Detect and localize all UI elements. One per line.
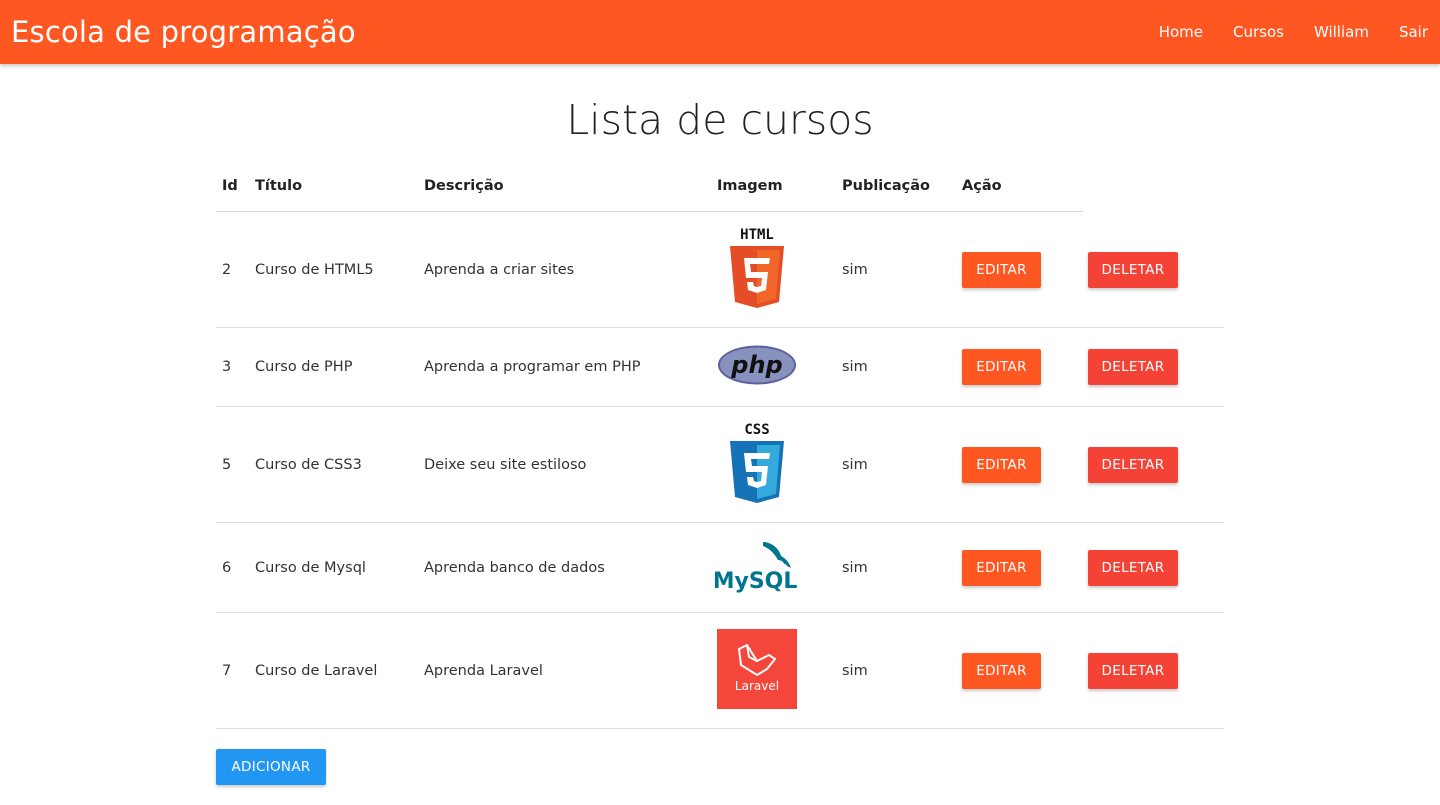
header-descricao: Descrição: [424, 178, 504, 194]
row-id: 5: [222, 456, 232, 473]
row-descricao: Deixe seu site estiloso: [424, 456, 587, 473]
row-descricao: Aprenda banco de dados: [424, 559, 605, 576]
delete-button[interactable]: DELETAR: [1088, 446, 1178, 483]
php-logo-text: php: [730, 351, 782, 379]
nav-links: Home Cursos William Sair: [1144, 0, 1440, 64]
table-header: Id Título Descrição Imagem Publicação Aç…: [216, 160, 1083, 212]
edit-button[interactable]: EDITAR: [962, 549, 1041, 586]
table-row: 2 Curso de HTML5 Aprenda a criar sites H…: [216, 212, 1224, 328]
css3-logo-icon: CSS: [728, 421, 786, 509]
table-row: 7 Curso de Laravel Aprenda Laravel Larav…: [216, 613, 1224, 729]
html5-logo-text: HTML: [740, 227, 774, 243]
delete-button[interactable]: DELETAR: [1088, 549, 1178, 586]
mysql-logo-text: MySQL: [715, 569, 797, 594]
delete-button[interactable]: DELETAR: [1088, 251, 1178, 288]
row-publicacao: sim: [842, 559, 868, 576]
row-titulo: Curso de HTML5: [255, 261, 374, 278]
table-row: 5 Curso de CSS3 Deixe seu site estiloso …: [216, 407, 1224, 523]
edit-button[interactable]: EDITAR: [962, 652, 1041, 689]
nav-link-user[interactable]: William: [1299, 0, 1384, 64]
laravel-logo-text: Laravel: [735, 679, 779, 693]
courses-table: Id Título Descrição Imagem Publicação Aç…: [216, 160, 1224, 729]
row-publicacao: sim: [842, 662, 868, 679]
row-titulo: Curso de PHP: [255, 359, 353, 375]
edit-button[interactable]: EDITAR: [962, 349, 1041, 385]
row-id: 2: [222, 261, 232, 278]
css3-logo-text: CSS: [744, 422, 769, 438]
row-descricao: Aprenda a programar em PHP: [424, 359, 641, 375]
table-row: 6 Curso de Mysql Aprenda banco de dados …: [216, 523, 1224, 613]
brand-title[interactable]: Escola de programação: [11, 14, 356, 50]
row-titulo: Curso de CSS3: [255, 456, 362, 473]
row-publicacao: sim: [842, 261, 868, 278]
page-title: Lista de cursos: [566, 96, 874, 144]
header-titulo: Título: [255, 178, 303, 194]
laravel-logo-icon: Laravel: [717, 628, 797, 713]
nav-link-home[interactable]: Home: [1144, 0, 1218, 64]
header-id: Id: [222, 178, 238, 194]
row-id: 7: [222, 662, 232, 679]
header-imagem: Imagem: [717, 178, 783, 194]
row-descricao: Aprenda a criar sites: [424, 261, 575, 278]
add-button[interactable]: ADICIONAR: [216, 749, 326, 785]
php-logo-icon: php: [717, 344, 797, 390]
row-publicacao: sim: [842, 456, 868, 473]
nav-link-cursos[interactable]: Cursos: [1218, 0, 1299, 64]
table-row: 3 Curso de PHP Aprenda a programar em PH…: [216, 328, 1224, 407]
row-descricao: Aprenda Laravel: [424, 662, 543, 679]
nav-link-sair[interactable]: Sair: [1384, 0, 1440, 64]
header-acao: Ação: [962, 178, 1002, 194]
edit-button[interactable]: EDITAR: [962, 251, 1041, 288]
row-id: 3: [222, 359, 232, 375]
delete-button[interactable]: DELETAR: [1088, 652, 1178, 689]
mysql-logo-icon: MySQL: [713, 538, 799, 598]
html5-logo-icon: HTML: [728, 226, 786, 314]
row-titulo: Curso de Mysql: [255, 559, 366, 576]
header-publicacao: Publicação: [842, 178, 930, 194]
delete-button[interactable]: DELETAR: [1088, 349, 1178, 385]
row-id: 6: [222, 559, 232, 576]
row-publicacao: sim: [842, 359, 868, 375]
edit-button[interactable]: EDITAR: [962, 446, 1041, 483]
navbar: Escola de programação Home Cursos Willia…: [0, 0, 1440, 64]
row-titulo: Curso de Laravel: [255, 662, 378, 679]
